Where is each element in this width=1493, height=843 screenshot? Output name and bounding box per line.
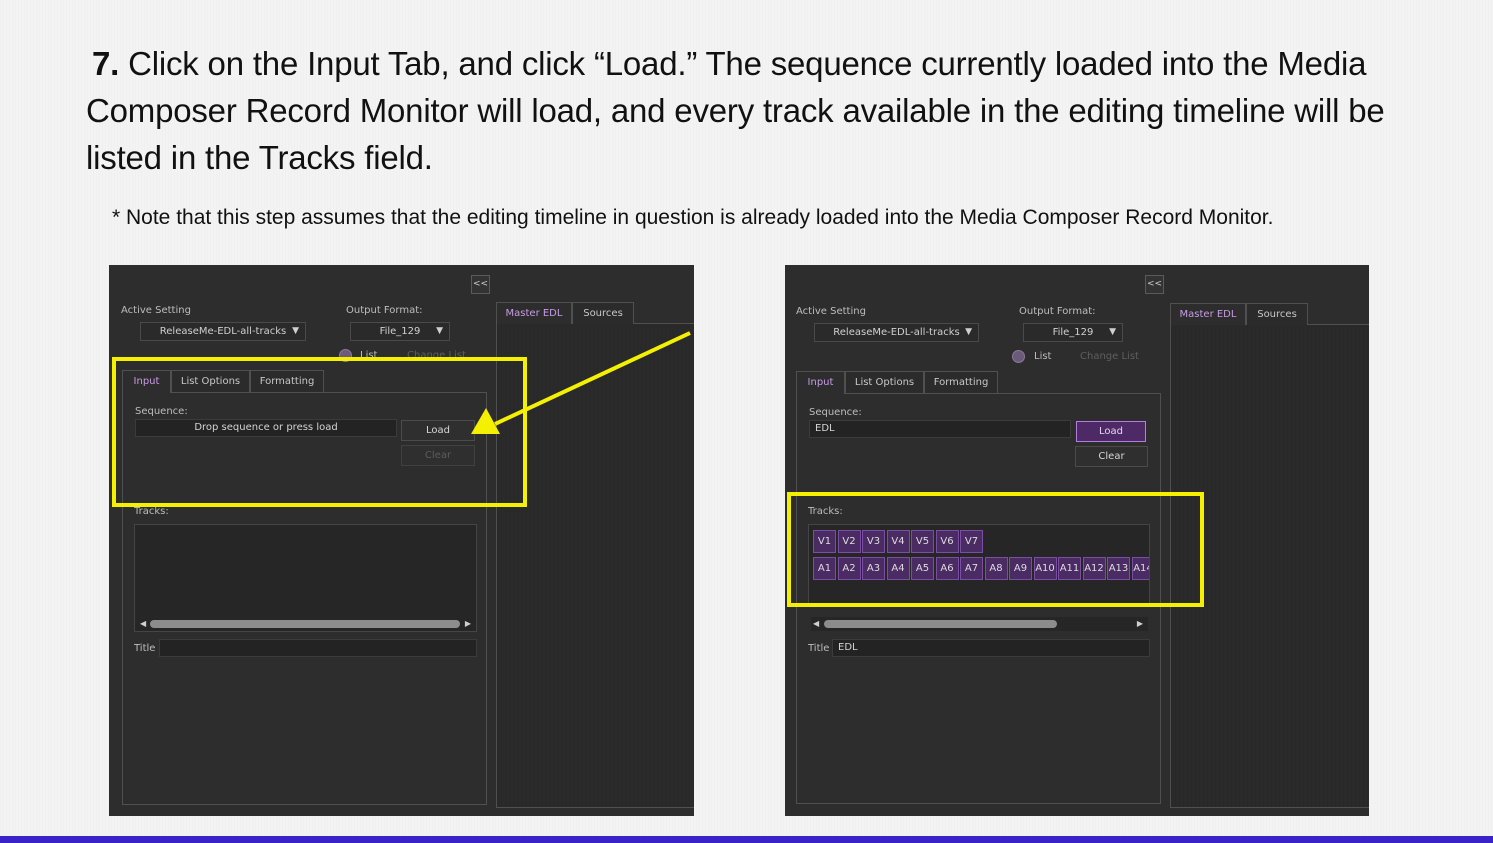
pointer-arrow-icon (471, 331, 691, 434)
arrow-shaft (494, 331, 691, 426)
bottom-accent-bar (0, 836, 1493, 843)
arrow-head (471, 408, 500, 434)
